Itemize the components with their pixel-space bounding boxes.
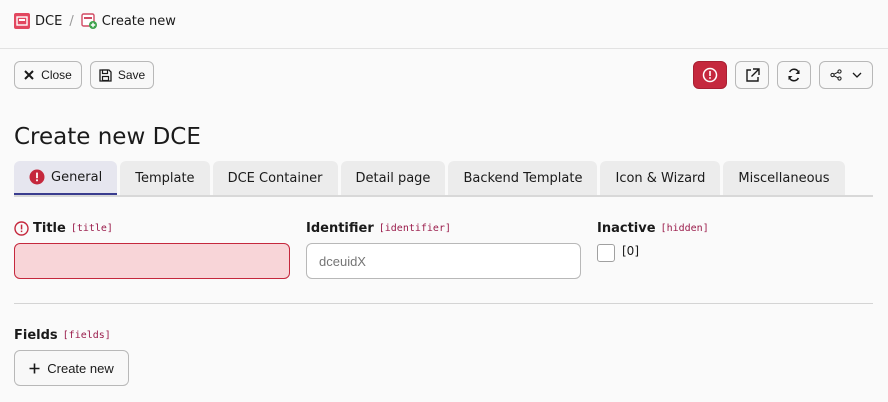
save-button[interactable]: Save xyxy=(90,61,154,89)
breadcrumb: DCE / Create new xyxy=(14,11,176,31)
inactive-key: [hidden] xyxy=(660,223,709,234)
save-icon xyxy=(99,68,112,82)
create-new-field-button[interactable]: Create new xyxy=(14,350,129,386)
inactive-label-text: Inactive xyxy=(597,221,656,236)
tab-dce-container[interactable]: DCE Container xyxy=(212,161,338,195)
close-icon xyxy=(24,70,34,80)
page-title: Create new DCE xyxy=(14,124,201,150)
open-external-button[interactable] xyxy=(735,61,769,89)
tabs-underline xyxy=(14,195,873,197)
title-key: [title] xyxy=(70,223,113,234)
inactive-checkbox-label: [0] xyxy=(622,244,639,258)
tab-backend-template[interactable]: Backend Template xyxy=(448,161,598,195)
share-menu-button[interactable] xyxy=(819,61,873,89)
inactive-field-label: Inactive [hidden] xyxy=(597,221,709,236)
tab-template[interactable]: Template xyxy=(120,161,210,195)
fields-label-text: Fields xyxy=(14,328,58,343)
identifier-key: [identifier] xyxy=(378,223,451,234)
fields-label: Fields [fields] xyxy=(14,328,111,343)
identifier-field-label: Identifier [identifier] xyxy=(306,221,451,236)
reload-icon xyxy=(786,67,802,83)
tab-label: Detail page xyxy=(355,170,431,186)
dce-icon xyxy=(14,13,30,29)
breadcrumb-root[interactable]: DCE xyxy=(35,14,62,29)
inactive-checkbox[interactable] xyxy=(597,244,615,262)
plus-icon xyxy=(29,363,40,374)
tab-label: Template xyxy=(135,170,195,186)
topbar-divider xyxy=(0,48,888,49)
tab-detail-page[interactable]: Detail page xyxy=(340,161,446,195)
identifier-label-text: Identifier xyxy=(306,221,374,236)
create-new-icon xyxy=(81,13,97,29)
open-external-icon xyxy=(745,67,760,83)
tab-label: DCE Container xyxy=(227,170,323,186)
title-input[interactable] xyxy=(14,243,290,279)
save-button-label: Save xyxy=(117,68,146,82)
error-icon xyxy=(29,169,45,185)
identifier-input[interactable] xyxy=(306,243,581,279)
reload-button[interactable] xyxy=(777,61,811,89)
error-icon xyxy=(14,221,29,236)
tab-label: Backend Template xyxy=(463,170,583,186)
close-button[interactable]: Close xyxy=(14,61,82,89)
close-button-label: Close xyxy=(41,68,72,82)
tab-general[interactable]: General xyxy=(14,161,118,195)
title-field-label: Title [title] xyxy=(14,221,113,236)
tab-icon-wizard[interactable]: Icon & Wizard xyxy=(600,161,721,195)
error-alert-button[interactable] xyxy=(693,61,727,89)
share-icon xyxy=(830,69,842,81)
tab-bar: General Template DCE Container Detail pa… xyxy=(14,161,845,195)
breadcrumb-separator: / xyxy=(69,13,74,29)
breadcrumb-current: Create new xyxy=(101,13,176,29)
tab-label: General xyxy=(51,169,103,185)
tab-miscellaneous[interactable]: Miscellaneous xyxy=(723,161,845,195)
tab-label: Icon & Wizard xyxy=(615,170,706,186)
section-divider xyxy=(14,303,873,304)
chevron-down-icon xyxy=(852,72,862,78)
title-label-text: Title xyxy=(33,221,66,236)
tab-label: Miscellaneous xyxy=(738,170,830,186)
alert-icon xyxy=(702,67,718,83)
fields-key: [fields] xyxy=(62,330,111,341)
create-new-label: Create new xyxy=(47,360,114,376)
